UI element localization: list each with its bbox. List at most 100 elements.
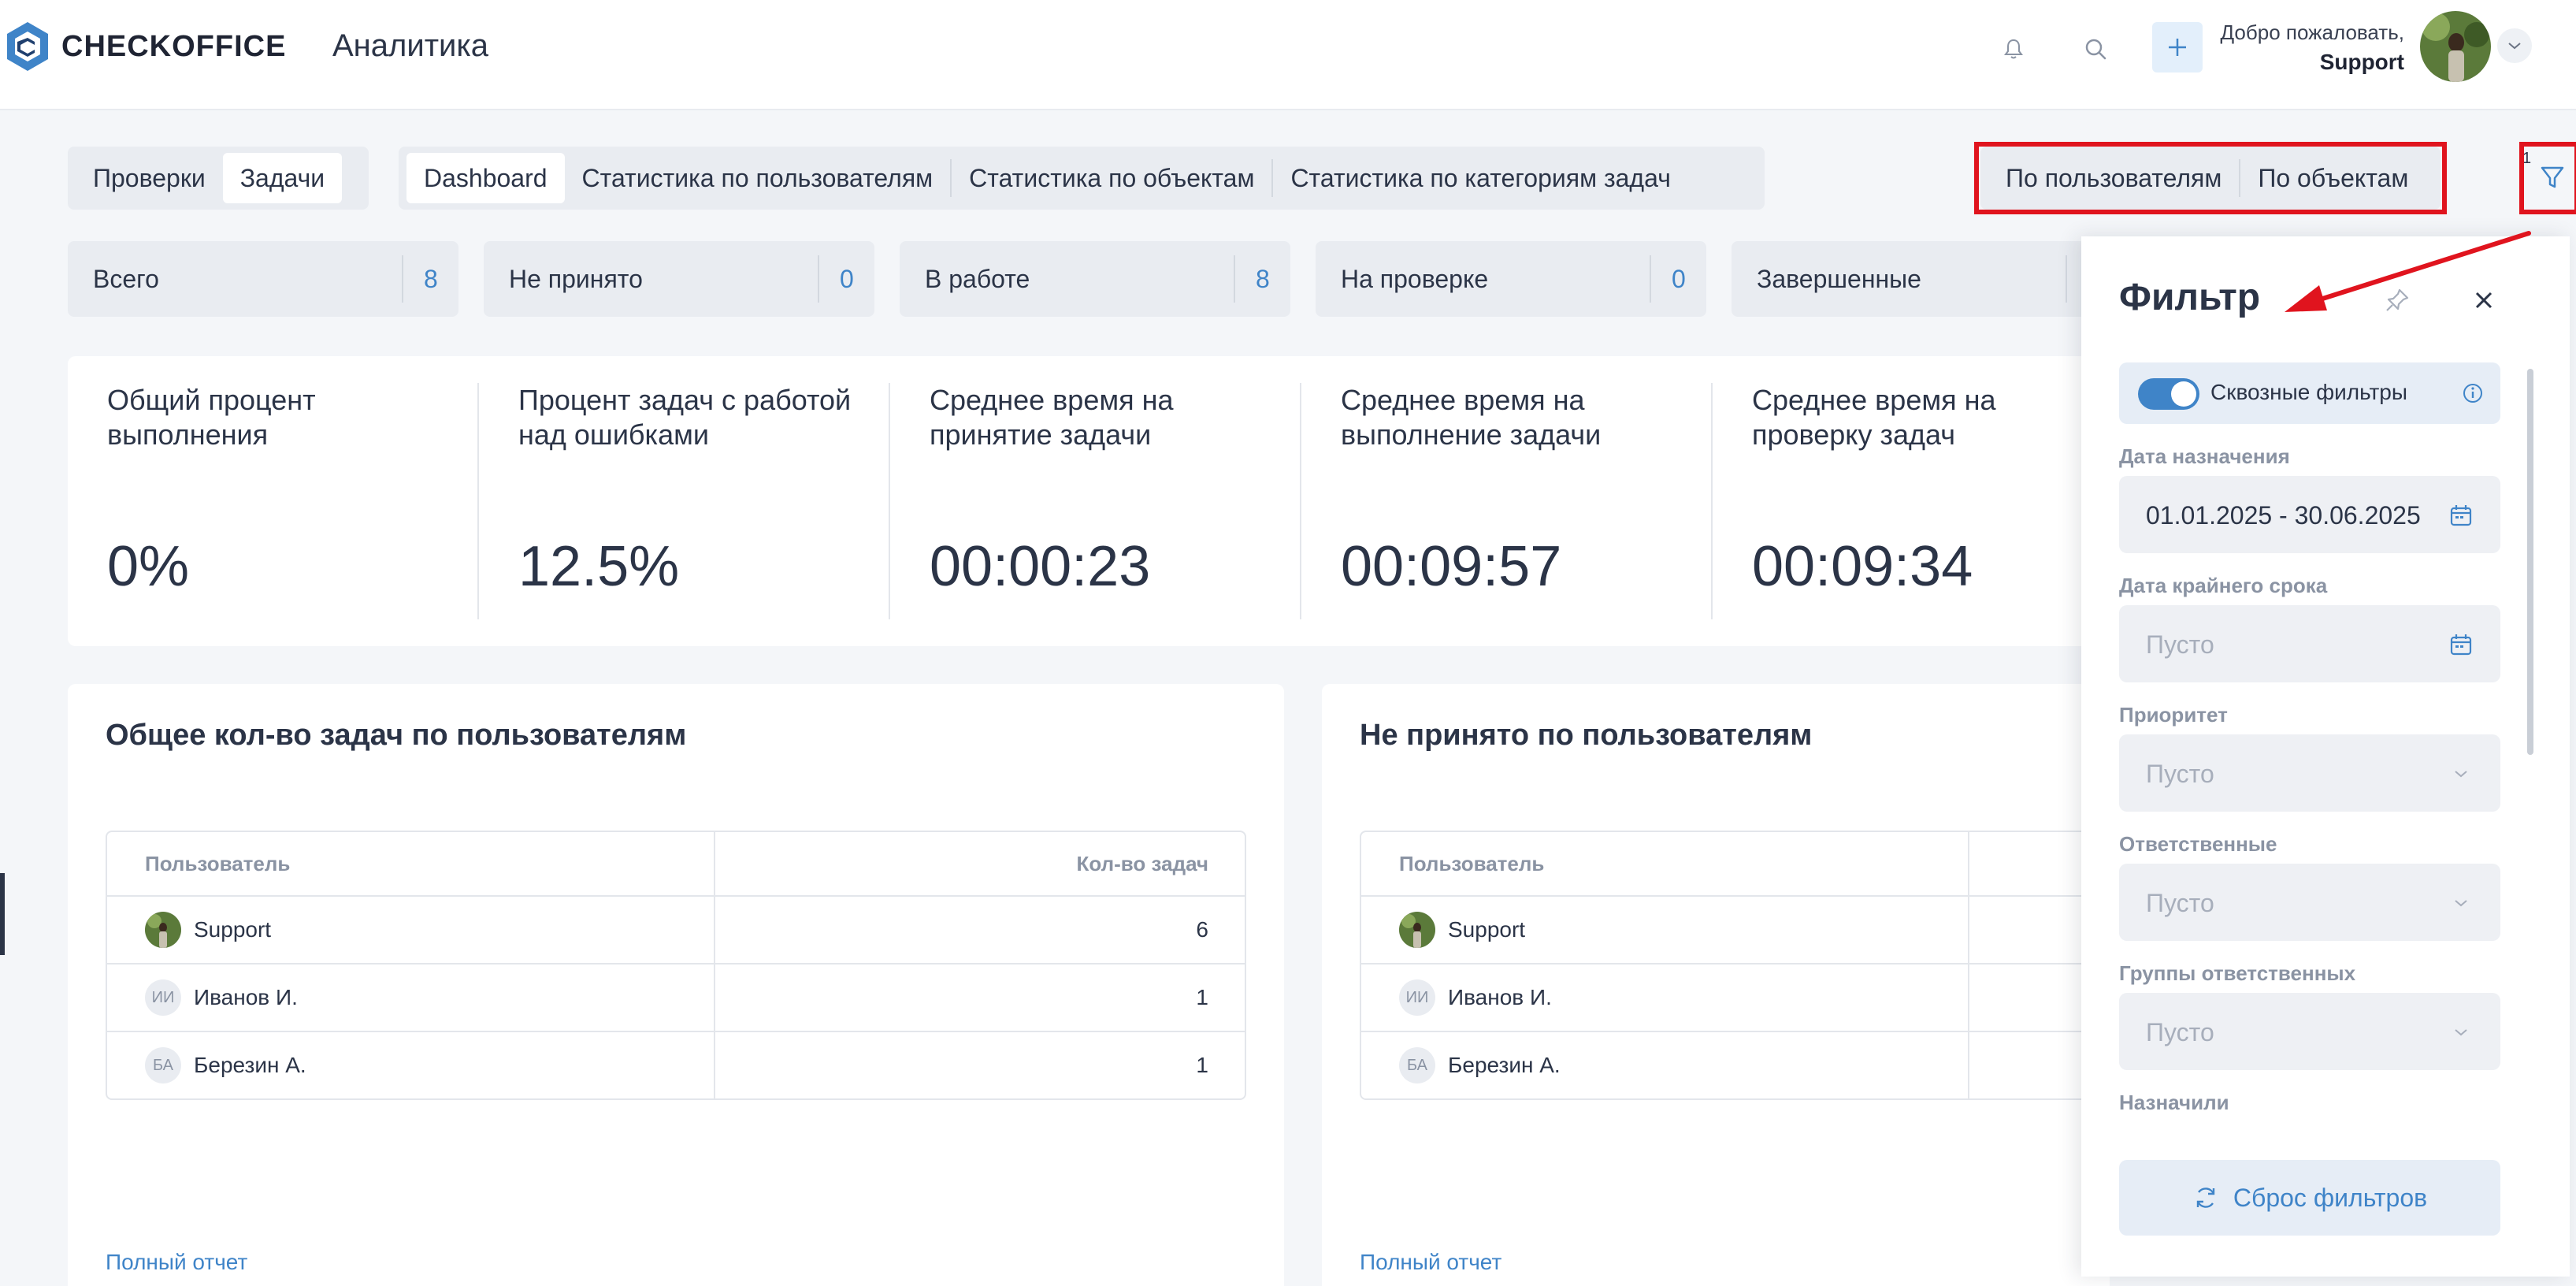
avatar-photo-icon — [1399, 912, 1435, 948]
stat-label: В работе — [925, 265, 1030, 293]
avatar-photo-icon — [145, 912, 181, 948]
priority-select[interactable]: Пусто — [2119, 734, 2500, 812]
stat-label: Не принято — [509, 265, 643, 293]
priority-placeholder: Пусто — [2146, 760, 2214, 788]
stat-not-accepted[interactable]: Не принято 0 — [484, 241, 874, 317]
deadline-field[interactable]: Пусто — [2119, 605, 2500, 682]
count-cell: 1 — [1196, 985, 1208, 1009]
chevron-down-icon — [2444, 756, 2478, 791]
field-label-assigned-date: Дата назначения — [2119, 444, 2290, 468]
top-header: CHECKOFFICE Аналитика Добро пожаловать, … — [0, 0, 2576, 110]
stat-label: На проверке — [1341, 265, 1489, 293]
tasks-by-users-table: Пользователь Кол-во задач Support 6 ИИ И… — [106, 831, 1246, 1100]
user-name: Support — [2319, 50, 2404, 74]
bell-icon — [2004, 39, 2023, 59]
welcome-block: Добро пожаловать, Support — [2220, 20, 2404, 75]
user-name: Support — [1448, 917, 1526, 942]
user-cell: ИИ Иванов И. — [1361, 964, 1969, 1031]
column-header-user[interactable]: Пользователь — [107, 832, 715, 895]
count-cell: 6 — [1196, 917, 1208, 942]
metric-value: 0% — [107, 535, 190, 598]
full-report-link[interactable]: Полный отчет — [1360, 1250, 1501, 1275]
deadline-placeholder: Пусто — [2146, 630, 2214, 659]
stat-divider — [1234, 255, 1235, 303]
stat-value: 0 — [840, 265, 854, 293]
cross-filters-row: Сквозные фильтры — [2119, 362, 2500, 424]
column-header-count[interactable]: Кол-во задач — [715, 832, 1245, 895]
stat-in-progress[interactable]: В работе 8 — [900, 241, 1290, 317]
tab-object-stats[interactable]: Статистика по объектам — [952, 153, 1271, 203]
search-button[interactable] — [2072, 25, 2119, 72]
table-row[interactable]: ИИ Иванов И. 1 — [107, 963, 1245, 1031]
refresh-icon — [2196, 1188, 2215, 1208]
stat-total[interactable]: Всего 8 — [68, 241, 458, 317]
stat-label: Всего — [93, 265, 159, 293]
user-avatar[interactable] — [2420, 11, 2491, 82]
user-cell: ИИ Иванов И. — [107, 964, 715, 1031]
stat-value: 0 — [1672, 265, 1686, 293]
view-tabs: Dashboard Статистика по пользователям Ст… — [399, 147, 1765, 210]
avatar-initials: БА — [145, 1047, 181, 1083]
metric-review-time: Среднее время на проверку задач 00:09:34 — [1711, 383, 2099, 619]
column-header-user[interactable]: Пользователь — [1361, 832, 1969, 895]
tasks-by-users-card: Общее кол-во задач по пользователям Поль… — [68, 684, 1284, 1286]
table-header: Пользователь — [1361, 832, 2146, 895]
assigned-date-field[interactable]: 01.01.2025 - 30.06.2025 — [2119, 476, 2500, 553]
card-title: Не принято по пользователям — [1360, 719, 1813, 752]
metric-accept-time: Среднее время на принятие задачи 00:00:2… — [889, 383, 1276, 619]
user-name: Иванов И. — [194, 985, 298, 1009]
info-icon[interactable] — [2461, 381, 2485, 405]
stat-value: 8 — [1256, 265, 1270, 293]
notifications-button[interactable] — [1990, 25, 2037, 72]
toggle-knob — [2171, 381, 2196, 407]
highlight-box-grouping — [1974, 142, 2447, 214]
filter-panel: Фильтр Сквозные фильтры Дата назначения … — [2081, 236, 2570, 1277]
table-row[interactable]: БА Березин А. 1 — [107, 1031, 1245, 1098]
table-row[interactable]: Support 6 — [107, 895, 1245, 963]
calendar-icon — [2444, 498, 2478, 533]
card-title: Общее кол-во задач по пользователям — [106, 719, 687, 752]
avatar-initials: ИИ — [1399, 979, 1435, 1016]
welcome-text: Добро пожаловать, — [2220, 20, 2404, 44]
avatar — [145, 912, 181, 948]
section-tabs: Проверки Задачи — [68, 147, 369, 210]
add-button[interactable] — [2152, 22, 2203, 72]
left-edge-indicator — [0, 873, 5, 955]
assigned-date-value: 01.01.2025 - 30.06.2025 — [2146, 501, 2421, 530]
metric-value: 00:00:23 — [930, 535, 1151, 598]
table-row[interactable]: Support — [1361, 895, 2146, 963]
chevron-down-icon — [2444, 1015, 2478, 1050]
panel-scrollbar[interactable] — [2527, 369, 2533, 755]
user-cell: Support — [1361, 897, 1969, 963]
metric-title: Среднее время на выполнение задачи — [1341, 384, 1602, 451]
tab-dashboard[interactable]: Dashboard — [406, 153, 565, 203]
responsible-select[interactable]: Пусто — [2119, 864, 2500, 941]
reset-filters-button[interactable]: Сброс фильтров — [2119, 1160, 2500, 1236]
avatar — [1399, 912, 1435, 948]
checkoffice-logo-icon — [7, 22, 48, 71]
highlight-box-filter — [2519, 142, 2576, 214]
tab-user-stats[interactable]: Статистика по пользователям — [565, 153, 951, 203]
table-row[interactable]: ИИ Иванов И. — [1361, 963, 2146, 1031]
table-row[interactable]: БА Березин А. — [1361, 1031, 2146, 1098]
metric-title: Среднее время на проверку задач — [1752, 384, 1996, 451]
field-label-assigned-by: Назначили — [2119, 1091, 2229, 1114]
field-label-priority: Приоритет — [2119, 703, 2228, 727]
full-report-link[interactable]: Полный отчет — [106, 1250, 247, 1275]
tab-tasks[interactable]: Задачи — [222, 153, 343, 203]
user-name: Березин А. — [194, 1053, 306, 1077]
avatar-initials: БА — [1399, 1047, 1435, 1083]
brand-name: CHECKOFFICE — [61, 29, 287, 63]
tab-inspections[interactable]: Проверки — [76, 153, 223, 203]
tab-category-stats[interactable]: Статистика по категориям задач — [1273, 153, 1687, 203]
user-menu-toggle[interactable] — [2497, 28, 2532, 63]
cross-filters-label: Сквозные фильтры — [2210, 380, 2408, 404]
logo[interactable]: CHECKOFFICE — [5, 20, 286, 72]
user-cell: БА Березин А. — [1361, 1032, 1969, 1098]
search-icon — [2085, 39, 2106, 60]
stat-completed[interactable]: Завершенные — [1732, 241, 2122, 317]
chevron-down-icon — [2444, 886, 2478, 920]
responsible-groups-select[interactable]: Пусто — [2119, 993, 2500, 1070]
cross-filters-toggle[interactable] — [2138, 378, 2199, 410]
stat-on-review[interactable]: На проверке 0 — [1316, 241, 1706, 317]
